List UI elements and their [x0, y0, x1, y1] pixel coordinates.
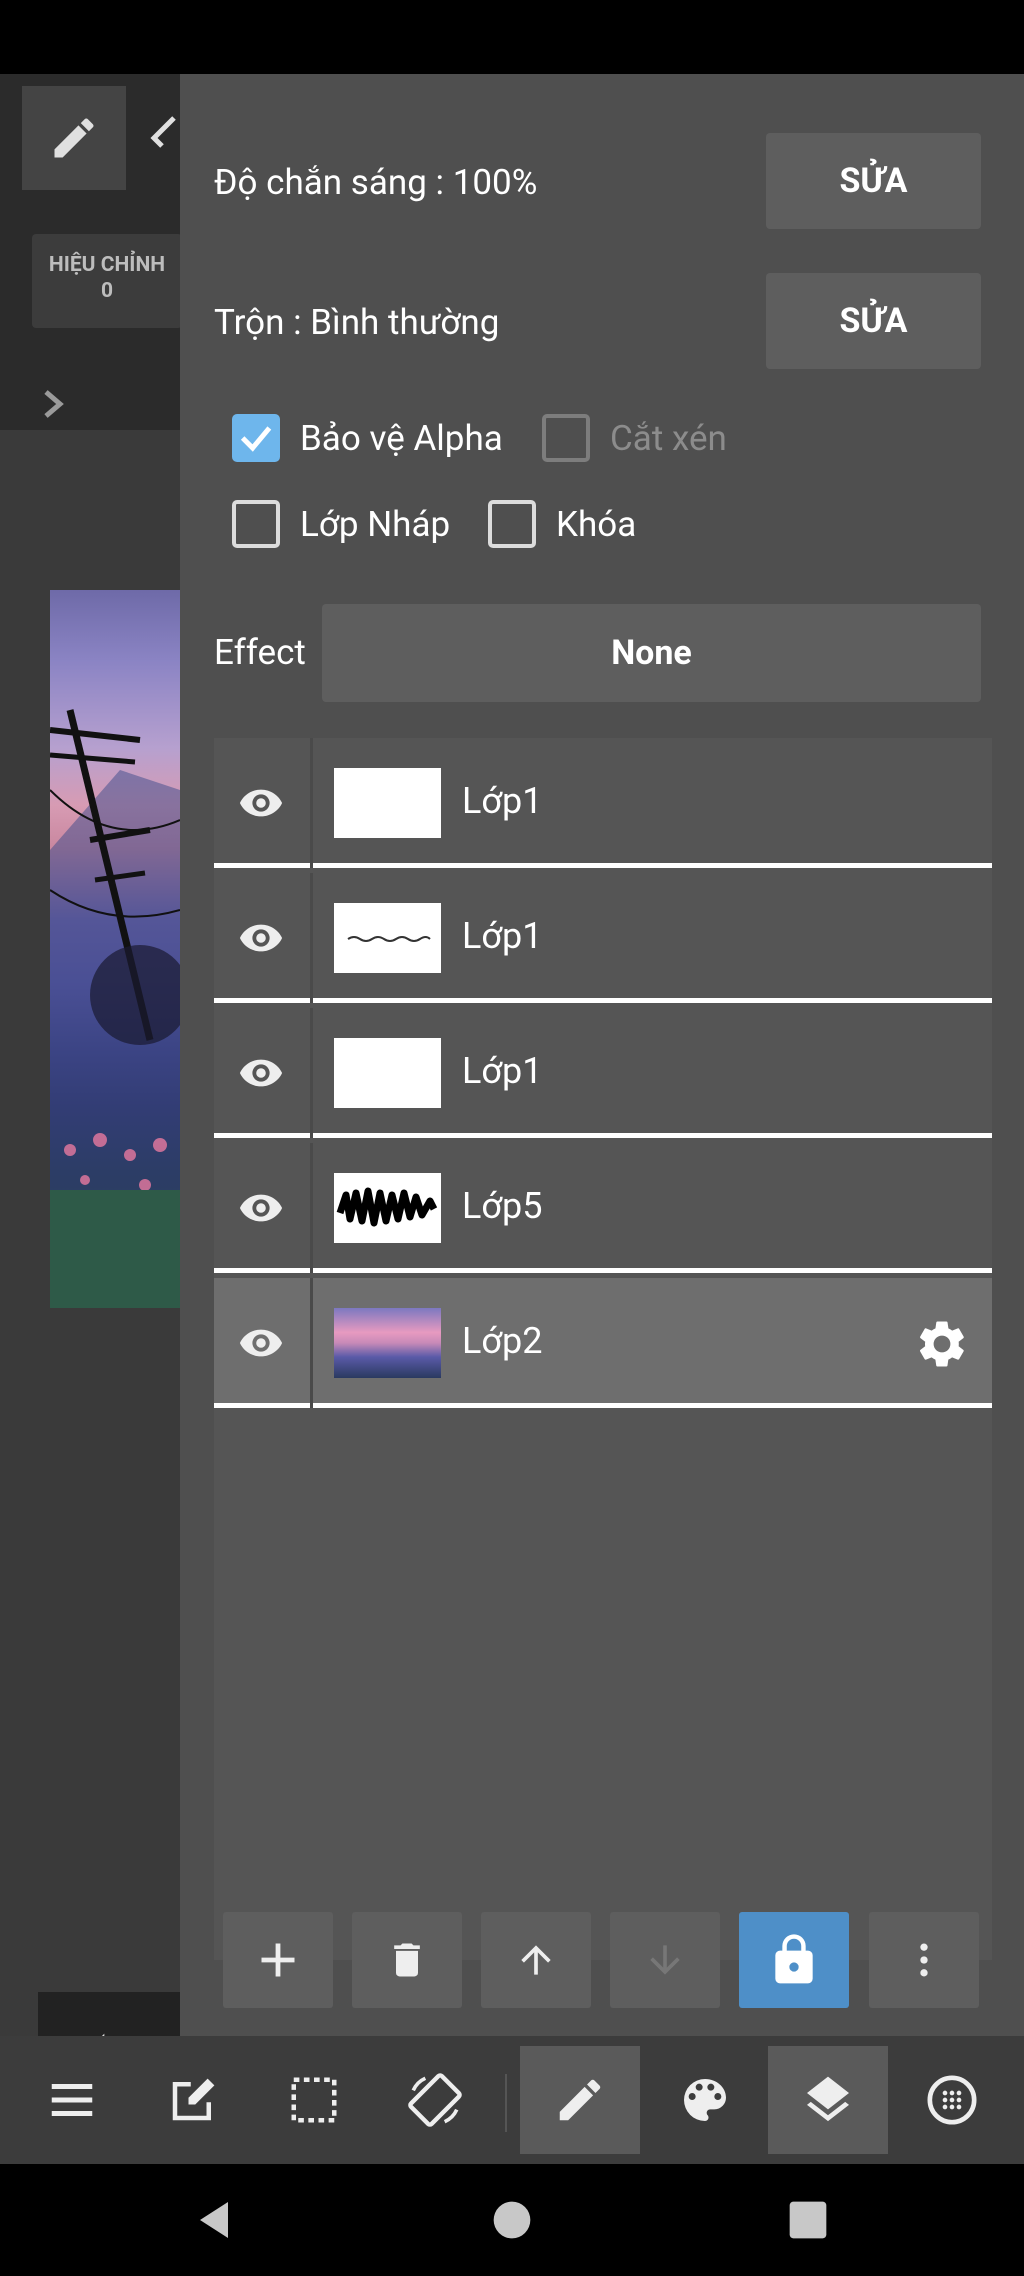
arrow-up-icon — [521, 1945, 551, 1975]
checkbox-empty-icon — [542, 414, 590, 462]
color-palette-button[interactable] — [645, 2046, 765, 2154]
system-nav-bar — [0, 2164, 1024, 2276]
menu-button[interactable] — [12, 2046, 132, 2154]
correction-value: 0 — [100, 279, 114, 303]
checkbox-empty-icon — [232, 500, 280, 548]
grid-circle-icon — [927, 2075, 977, 2125]
palette-icon — [684, 2079, 726, 2121]
layer-name: Lớp5 — [462, 1185, 543, 1227]
layer-list[interactable]: Lớp1 Lớp1 Lớp1 Lớp5 Lớp2 — [214, 738, 992, 1960]
row-divider — [310, 1143, 313, 1273]
layer-thumbnail — [334, 1173, 441, 1243]
blend-label: Trộn : Bình thường — [214, 302, 500, 343]
home-button[interactable] — [480, 2188, 544, 2252]
row-divider — [310, 873, 313, 1003]
layer-row[interactable]: Lớp5 — [214, 1143, 992, 1273]
layer-row[interactable]: Lớp1 — [214, 1008, 992, 1138]
arrow-down-icon — [650, 1945, 680, 1975]
rotate-screen-icon — [408, 2073, 462, 2127]
canvas-area[interactable]: HIỆU CHỈNH 0 — [0, 74, 182, 2108]
selection-button[interactable] — [254, 2046, 374, 2154]
eye-icon[interactable] — [236, 778, 286, 828]
delete-layer-button[interactable] — [352, 1912, 462, 2008]
correction-label: HIỆU CHỈNH — [48, 253, 166, 277]
blend-edit-button[interactable]: SỬA — [766, 273, 981, 369]
back-button[interactable] — [184, 2188, 248, 2252]
lock-checkbox[interactable]: Khóa — [488, 500, 636, 548]
draft-layer-checkbox[interactable]: Lớp Nháp — [232, 500, 450, 548]
eraser-icon[interactable] — [150, 114, 180, 154]
back-triangle-icon — [200, 2202, 228, 2238]
menu-icon — [51, 2084, 93, 2116]
rotate-canvas-button[interactable] — [375, 2046, 495, 2154]
bottom-toolbar — [0, 2036, 1024, 2164]
recents-button[interactable] — [776, 2188, 840, 2252]
eye-icon[interactable] — [236, 1183, 286, 1233]
add-layer-button[interactable] — [223, 1912, 333, 2008]
home-circle-icon — [493, 2201, 531, 2239]
opacity-edit-button[interactable]: SỬA — [766, 133, 981, 229]
pen-icon — [559, 2079, 601, 2121]
layers-button[interactable] — [768, 2046, 888, 2154]
checkbox-empty-icon — [488, 500, 536, 548]
pen-tool-button[interactable] — [22, 86, 126, 190]
row-divider — [310, 1008, 313, 1138]
gear-icon[interactable] — [914, 1316, 970, 1372]
pen-tool-button[interactable] — [520, 2046, 640, 2154]
alpha-protect-checkbox[interactable]: Bảo vệ Alpha — [232, 414, 503, 462]
eye-icon[interactable] — [236, 913, 286, 963]
layer-row-selected[interactable]: Lớp2 — [214, 1278, 992, 1408]
effect-select-button[interactable]: None — [322, 604, 981, 702]
eye-icon[interactable] — [236, 1318, 286, 1368]
checkbox-checked-icon — [232, 414, 280, 462]
add-icon — [261, 1943, 295, 1977]
clipping-checkbox[interactable]: Cắt xén — [542, 414, 727, 462]
layer-panel: Độ chắn sáng : 100% SỬA Trộn : Bình thườ… — [180, 74, 1024, 2036]
edit-button[interactable] — [133, 2046, 253, 2154]
effect-label: Effect — [214, 632, 306, 673]
layer-thumbnail — [334, 1308, 441, 1378]
row-divider — [310, 1278, 313, 1408]
grid-button[interactable] — [892, 2046, 1012, 2154]
selection-icon — [291, 2077, 337, 2123]
layer-name: Lớp1 — [462, 780, 543, 822]
layer-name: Lớp1 — [462, 915, 543, 957]
alpha-protect-label: Bảo vệ Alpha — [300, 417, 503, 459]
lock-label: Khóa — [556, 503, 637, 545]
row-divider — [310, 738, 313, 868]
more-vertical-icon — [920, 1943, 928, 1977]
lock-layer-button[interactable] — [739, 1912, 849, 2008]
correction-box[interactable]: HIỆU CHỈNH 0 — [32, 234, 182, 328]
left-toolbar — [0, 74, 180, 204]
layer-name: Lớp1 — [462, 1050, 543, 1092]
move-layer-up-button[interactable] — [481, 1912, 591, 2008]
opacity-label: Độ chắn sáng : 100% — [214, 162, 538, 203]
layer-row[interactable]: Lớp1 — [214, 738, 992, 868]
layers-icon — [807, 2076, 849, 2122]
status-bar — [0, 0, 1024, 74]
edit-note-icon — [172, 2078, 215, 2121]
lock-icon — [775, 1934, 813, 1984]
draft-layer-label: Lớp Nháp — [300, 503, 451, 545]
canvas-artwork — [50, 590, 180, 1308]
layer-name: Lớp2 — [462, 1320, 543, 1362]
layer-thumbnail — [334, 768, 441, 838]
correction-strip: HIỆU CHỈNH 0 — [0, 204, 182, 430]
layer-actions-bar — [223, 1912, 983, 2008]
eye-icon[interactable] — [236, 1048, 286, 1098]
trash-icon — [394, 1943, 420, 1977]
chevron-right-icon[interactable] — [38, 386, 68, 422]
move-layer-down-button[interactable] — [610, 1912, 720, 2008]
pen-icon — [54, 118, 94, 158]
toolbar-separator — [505, 2074, 507, 2132]
layer-row[interactable]: Lớp1 — [214, 873, 992, 1003]
recents-square-icon — [789, 2201, 827, 2239]
clipping-label: Cắt xén — [610, 417, 727, 459]
layer-thumbnail — [334, 903, 441, 973]
layer-thumbnail — [334, 1038, 441, 1108]
more-options-button[interactable] — [869, 1912, 979, 2008]
